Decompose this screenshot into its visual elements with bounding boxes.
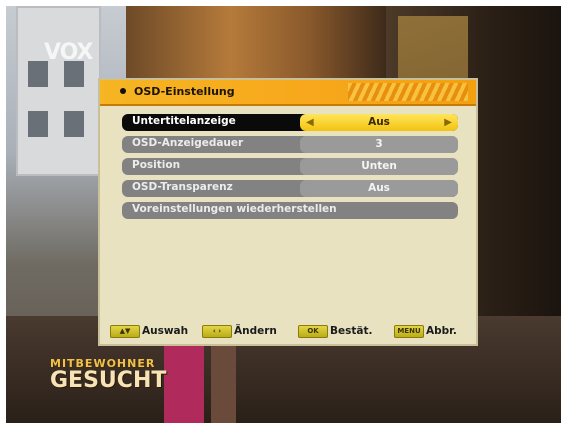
background-building — [16, 6, 101, 176]
building-window — [28, 111, 48, 137]
menu-key-icon: MENU — [394, 325, 424, 338]
legend-label: Ändern — [234, 325, 277, 337]
show-title: MITBEWOHNER GESUCHT — [50, 358, 166, 392]
menu-item-value[interactable]: 3 — [300, 136, 458, 153]
arrow-left-icon[interactable]: ◀ — [306, 114, 314, 131]
menu-item-restore-defaults[interactable]: Voreinstellungen wiederherstellen — [122, 202, 458, 219]
arrow-right-icon[interactable]: ▶ — [444, 114, 452, 131]
channel-logo: VOX — [44, 40, 94, 65]
tv-screen: VOX MITBEWOHNER GESUCHT OSD-Einstellung … — [6, 6, 561, 423]
osd-settings-dialog: OSD-Einstellung Untertitelanzeige ◀ Aus … — [98, 78, 478, 346]
background-person — [164, 336, 204, 423]
menu-item-value[interactable]: Aus — [300, 180, 458, 197]
legend-cancel: MENU Abbr. — [394, 324, 466, 340]
menu-item-position[interactable]: Position Unten — [122, 158, 458, 175]
header-stripes-decoration — [348, 83, 468, 101]
legend-label: Bestät. — [330, 325, 373, 337]
menu-item-label: Untertitelanzeige — [132, 115, 236, 127]
menu-item-label: Position — [132, 159, 181, 171]
menu-item-label: OSD-Anzeigedauer — [132, 137, 244, 149]
menu-item-label: OSD-Transparenz — [132, 181, 233, 193]
menu-item-osd-duration[interactable]: OSD-Anzeigedauer 3 — [122, 136, 458, 153]
bullet-icon — [120, 88, 126, 94]
background-lights — [126, 6, 386, 86]
menu-item-label: Voreinstellungen wiederherstellen — [132, 203, 337, 215]
menu-item-value-text: Aus — [368, 116, 390, 128]
menu-item-osd-transparency[interactable]: OSD-Transparenz Aus — [122, 180, 458, 197]
legend-change: ‹ › Ändern — [202, 324, 292, 340]
legend-label: Abbr. — [426, 325, 457, 337]
up-down-arrows-icon: ▲▼ — [110, 325, 140, 338]
ok-key-icon: OK — [298, 325, 328, 338]
legend-select: ▲▼ Auswah — [110, 324, 200, 340]
menu-item-value[interactable]: Unten — [300, 158, 458, 175]
background-person — [211, 346, 236, 423]
osd-header: OSD-Einstellung — [100, 80, 476, 106]
menu-item-value[interactable]: ◀ Aus ▶ — [300, 114, 458, 131]
menu-item-subtitle-display[interactable]: Untertitelanzeige ◀ Aus ▶ — [122, 114, 458, 131]
legend-label: Auswah — [142, 325, 189, 337]
osd-footer-legend: ▲▼ Auswah ‹ › Ändern OK Bestät. MENU Abb… — [110, 324, 466, 340]
legend-confirm: OK Bestät. — [298, 324, 388, 340]
osd-title: OSD-Einstellung — [134, 85, 235, 98]
left-right-arrows-icon: ‹ › — [202, 325, 232, 338]
show-title-line2: GESUCHT — [50, 368, 167, 393]
building-window — [64, 111, 84, 137]
